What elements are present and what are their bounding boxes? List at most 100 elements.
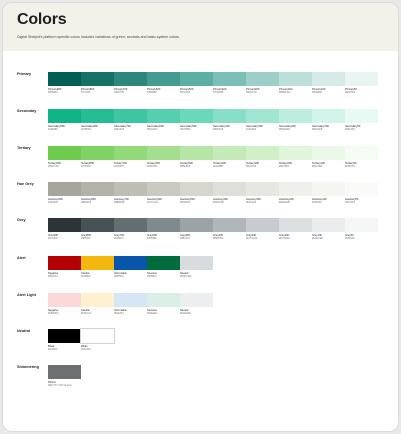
swatch-hex: #BDDFDA — [279, 91, 291, 94]
color-swatch — [279, 146, 312, 160]
color-swatch — [81, 293, 114, 307]
swatch-caption: Secondary300 #A1E6D3 — [246, 125, 279, 131]
swatch-caption: HueGrey600 #CACAC2 — [147, 198, 180, 204]
color-swatch — [345, 109, 378, 123]
swatch-caption: Grey800 #485156 — [81, 234, 114, 240]
color-swatch — [312, 72, 345, 86]
color-swatch — [48, 146, 81, 160]
swatch-caption: Grey50 #F5F6F6 — [345, 234, 378, 240]
swatch-hex: #C7CCCE — [246, 237, 258, 240]
swatch-caption: Success #006B3C — [147, 272, 180, 278]
color-swatch — [114, 218, 147, 232]
color-swatch — [48, 182, 81, 196]
swatch-caption: Secondary700 #3EC6A0 — [114, 125, 147, 131]
swatch-caption: Tertiary300 #D2F0C8 — [246, 162, 279, 168]
swatch-caption: Tertiary500 #B5E6A5 — [180, 162, 213, 168]
group-label: Alert Light — [17, 293, 36, 297]
swatch-caption: Black #000000 — [48, 345, 81, 351]
page-header: Colors Digital Shelpid's platform specif… — [3, 3, 398, 51]
swatch-hex: #ECF9E8 — [312, 165, 323, 168]
swatch-hex: #9BA3A7 — [180, 237, 191, 240]
color-swatch — [213, 72, 246, 86]
color-swatch — [312, 146, 345, 160]
swatch-hex: #B30000 — [48, 275, 58, 278]
group-label: Tertiary — [17, 146, 31, 150]
swatch-caption: Primary300 #9DCFC8 — [246, 88, 279, 94]
color-swatch — [114, 256, 147, 270]
color-swatch — [48, 72, 81, 86]
swatch-caption: Primary200 #BDDFDA — [279, 88, 312, 94]
swatch-caption: Tertiary600 #A3DF8F — [147, 162, 180, 168]
swatch-hex: #EFEFEB — [279, 201, 290, 204]
swatch-caption: HueGrey300 #E7E7E2 — [246, 198, 279, 204]
swatch-hex: #D6EBE7 — [312, 91, 323, 94]
swatch-hex: #177266 — [81, 91, 91, 94]
swatch-hex: #B0B7BA — [213, 237, 224, 240]
swatch-hex: #6E7173 70% Opacity — [48, 384, 72, 387]
color-swatch — [147, 182, 180, 196]
color-swatch — [147, 146, 180, 160]
swatch-hex: #91D979 — [114, 165, 124, 168]
swatch-caption: Secondary100 #D3F4EB — [312, 125, 345, 131]
swatch-hex: #D2F0C8 — [246, 165, 257, 168]
swatch-caption: Secondary400 #86DFC6 — [213, 125, 246, 131]
swatch-hex: #006B3C — [147, 275, 157, 278]
swatch-hex: #80898E — [147, 237, 157, 240]
swatch-caption: Tertiary50 #F5FCF3 — [345, 162, 378, 168]
color-palette-page: Colors Digital Shelpid's platform specif… — [3, 3, 398, 431]
swatch-hex: #D3F4EB — [312, 128, 323, 131]
color-swatch — [48, 109, 81, 123]
color-swatch — [48, 218, 81, 232]
color-swatch — [147, 256, 180, 270]
swatch-caption: Tertiary900 #6DCC4D — [48, 162, 81, 168]
group-label: Grey — [17, 218, 26, 222]
swatch-caption: Secondary900 #10B486 — [48, 125, 81, 131]
color-swatch — [48, 365, 81, 379]
swatch-hex: #B5E6A5 — [180, 165, 191, 168]
swatch-hex: #C4EBB7 — [213, 165, 224, 168]
swatch-hex: #D6E6F7 — [114, 312, 125, 315]
color-swatch — [312, 109, 345, 123]
color-swatch — [345, 72, 378, 86]
swatch-caption: White #FFFFFF — [81, 345, 114, 351]
page-subtitle: Digital Shelpid's platform specific colo… — [17, 35, 180, 39]
swatch-hex: #F5FCF3 — [345, 165, 356, 168]
swatch-caption: Primary700 #2E877B — [114, 88, 147, 94]
swatch-hex: #DFDFD9 — [213, 201, 224, 204]
color-swatch — [246, 182, 279, 196]
swatch-caption: Success #D9EEE4 — [147, 309, 180, 315]
swatch-hex: #9DCFC8 — [246, 91, 257, 94]
swatch-hex: #E7E7E2 — [246, 201, 257, 204]
color-swatch — [180, 109, 213, 123]
swatch-hex: #55CFAD — [147, 128, 158, 131]
swatch-caption: Tertiary200 #E1F5DA — [279, 162, 312, 168]
swatch-caption: Grey100 #EAECED — [312, 234, 345, 240]
swatch-caption: Neutral #D9DCDE — [180, 272, 213, 278]
color-swatch — [279, 218, 312, 232]
swatch-caption: Secondary800 #27BD93 — [81, 125, 114, 131]
swatch-caption: HueGrey200 #EFEFEB — [279, 198, 312, 204]
swatch-caption: Tertiary100 #ECF9E8 — [312, 162, 345, 168]
color-swatch — [213, 218, 246, 232]
swatch-hex: #FAFAF8 — [345, 201, 355, 204]
swatch-hex: #459B8F — [147, 91, 157, 94]
color-swatch — [180, 146, 213, 160]
page-title: Colors — [17, 11, 67, 28]
color-swatch — [246, 72, 279, 86]
color-swatch — [180, 182, 213, 196]
swatch-hex: #FFFFFF — [81, 348, 92, 351]
color-swatch — [279, 109, 312, 123]
swatch-caption: HueGrey700 #BEBEB5 — [114, 198, 147, 204]
swatch-caption: Grey300 #C7CCCE — [246, 234, 279, 240]
swatch-caption: HueGrey50 #FAFAF8 — [345, 198, 378, 204]
color-swatch — [312, 182, 345, 196]
color-swatch — [48, 329, 81, 343]
color-swatch — [81, 72, 114, 86]
swatch-hex: #B2B2A9 — [81, 201, 92, 204]
swatch-hex: #EAF5F3 — [345, 91, 356, 94]
swatch-caption: Secondary50 #E9FAF5 — [345, 125, 378, 131]
swatch-hex: #D9EEE4 — [147, 312, 158, 315]
group-label: Neutral — [17, 329, 31, 333]
swatch-hex: #D6D6CF — [180, 201, 191, 204]
color-swatch — [180, 218, 213, 232]
